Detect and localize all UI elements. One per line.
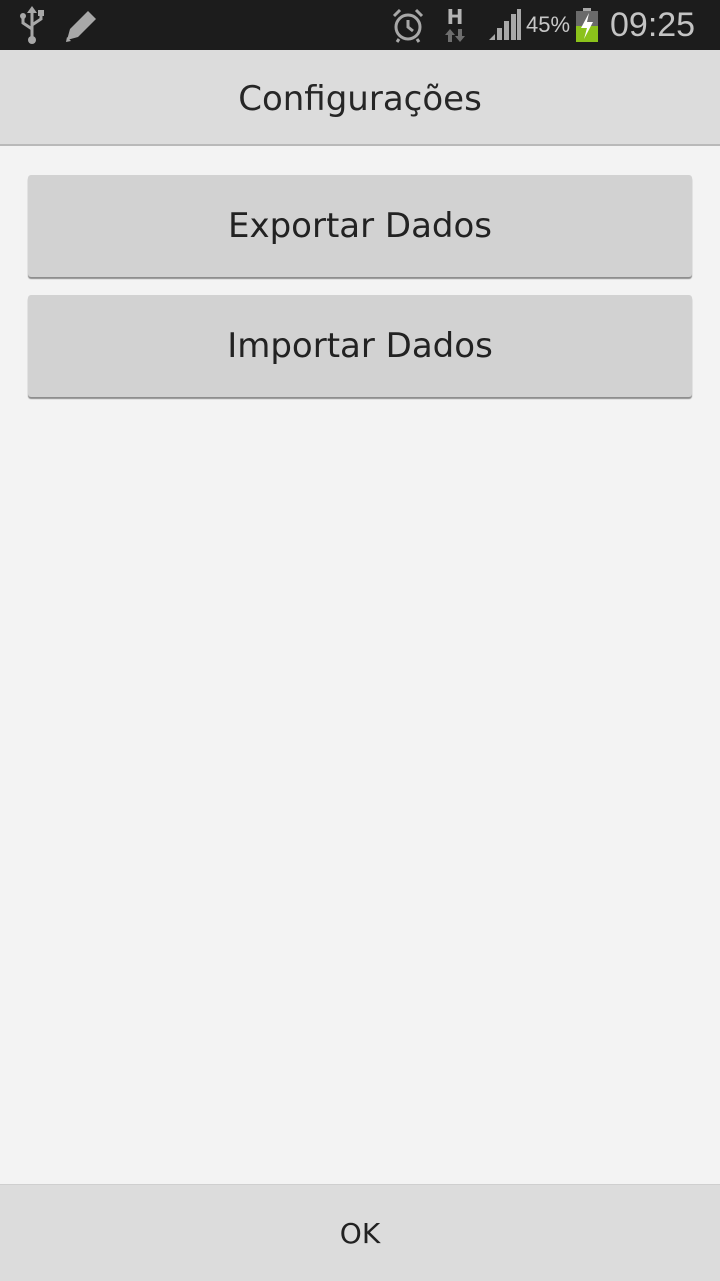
title-bar: Configurações	[0, 50, 720, 146]
import-data-button[interactable]: Importar Dados	[28, 295, 692, 397]
network-type-label: H	[446, 5, 464, 29]
battery-percent: 45%	[526, 12, 571, 37]
edit-icon	[60, 0, 102, 50]
network-data-icon: H	[438, 0, 472, 50]
clock-time: 09:25	[610, 6, 696, 44]
alarm-icon	[388, 0, 428, 50]
status-bar: H 45% 09:25	[0, 0, 720, 50]
page-title: Configurações	[238, 79, 482, 119]
export-data-label: Exportar Dados	[227, 206, 493, 246]
ok-button[interactable]: OK	[0, 1184, 720, 1281]
export-data-button[interactable]: Exportar Dados	[28, 175, 692, 277]
usb-icon	[14, 0, 50, 50]
import-data-label: Importar Dados	[227, 326, 493, 366]
battery-charging-icon	[574, 0, 600, 50]
signal-icon	[486, 0, 522, 50]
ok-label: OK	[339, 1216, 381, 1250]
